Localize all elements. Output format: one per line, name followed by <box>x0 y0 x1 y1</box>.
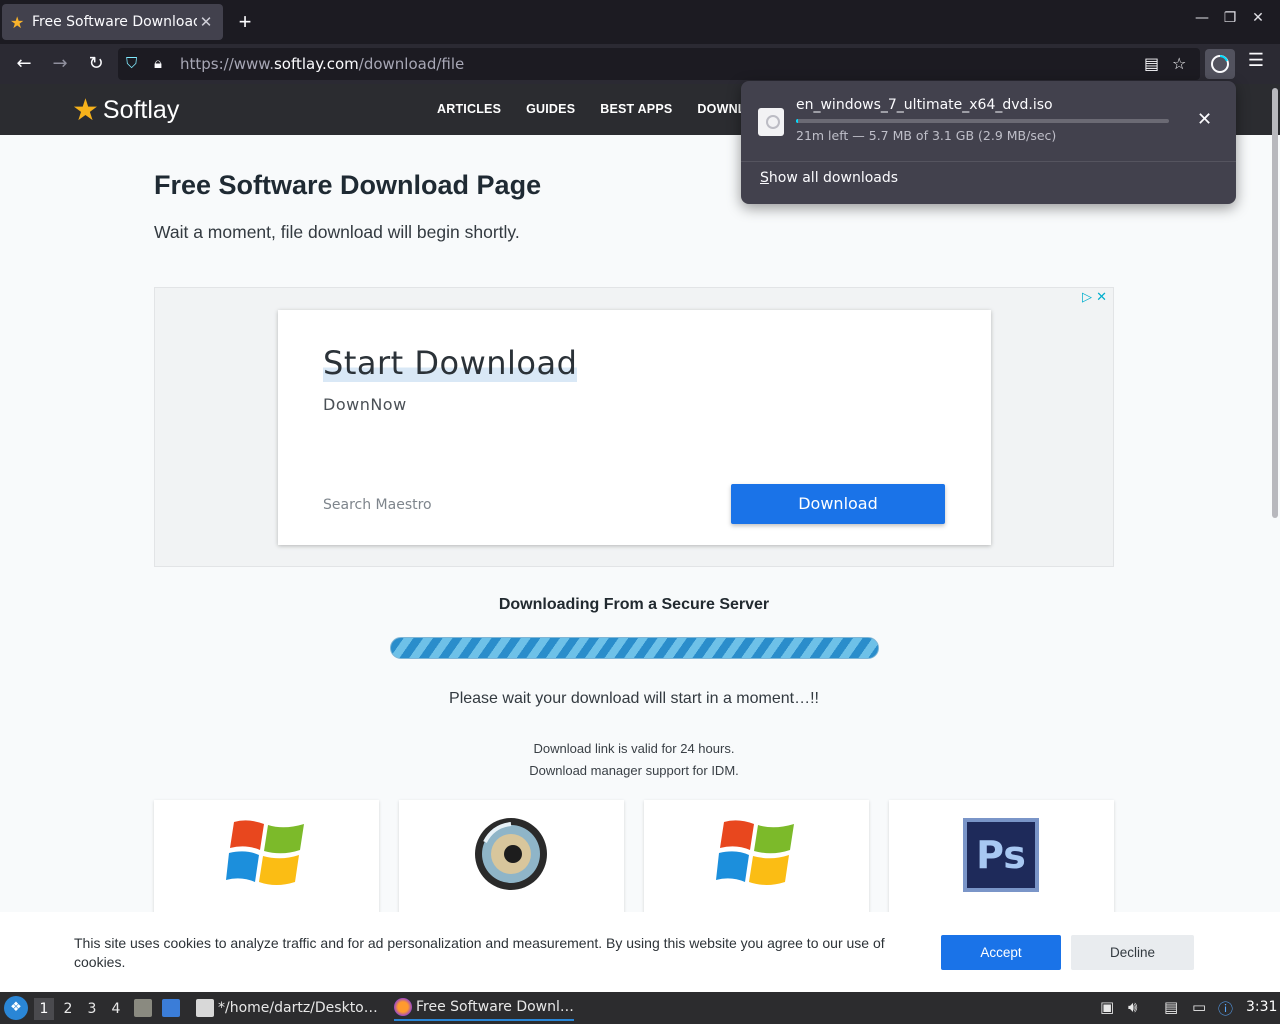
reload-icon[interactable]: ↻ <box>82 50 110 78</box>
navigation-toolbar: ← → ↻ ⛉ 🔒︎ https://www.softlay.com/downl… <box>0 44 1280 84</box>
softlay-logo[interactable]: ★ Softlay <box>72 93 179 128</box>
link-valid-note: Download link is valid for 24 hours. <box>533 741 735 756</box>
clipboard-tray-icon[interactable]: ▣ <box>1100 998 1114 1016</box>
volume-icon[interactable]: 🔊︎ <box>1128 998 1137 1016</box>
notes-tray-icon[interactable]: ▤ <box>1164 998 1178 1016</box>
decline-cookies-button[interactable]: Decline <box>1071 935 1194 970</box>
hamburger-menu-icon[interactable]: ☰ <box>1244 50 1268 71</box>
windows-logo-icon <box>226 820 304 885</box>
firefox-icon <box>394 998 412 1016</box>
star-favicon-icon: ★ <box>10 12 25 32</box>
app-card-windows-2[interactable] <box>644 800 869 930</box>
app-card-photoshop[interactable]: Ps <box>889 800 1114 930</box>
download-progress-track <box>796 119 1169 123</box>
workspace-1[interactable]: 1 <box>34 998 54 1020</box>
minimize-icon[interactable]: — <box>1192 10 1212 26</box>
taskbar-app-editor[interactable]: */home/dartz/Deskto… <box>196 995 378 1021</box>
page-title: Free Software Download Page <box>154 170 542 200</box>
accept-cookies-button[interactable]: Accept <box>941 935 1061 970</box>
secure-server-heading: Downloading From a Secure Server <box>498 596 770 613</box>
updates-icon[interactable]: ⓘ <box>1218 998 1233 1019</box>
workspace-4[interactable]: 4 <box>106 998 126 1020</box>
windows-logo-icon <box>716 820 794 885</box>
close-window-icon[interactable]: ✕ <box>1248 10 1268 26</box>
taskbar: ❖ 1 2 3 4 */home/dartz/Deskto… Free Soft… <box>0 992 1280 1024</box>
cookie-banner: This site uses cookies to analyze traffi… <box>0 912 1280 992</box>
show-all-downloads-button[interactable]: Show all downloads <box>760 170 898 186</box>
tracking-protection-shield-icon[interactable]: ⛉ <box>126 54 137 72</box>
bookmark-star-icon[interactable]: ☆ <box>1172 54 1186 73</box>
reader-view-icon[interactable]: ▤ <box>1144 54 1159 73</box>
restore-icon[interactable]: ❐ <box>1220 10 1240 26</box>
download-progress-fill <box>796 119 798 123</box>
panel-divider <box>741 161 1236 162</box>
url-bar[interactable]: ⛉ 🔒︎ https://www.softlay.com/download/fi… <box>118 48 1200 80</box>
ad-source: Search Maestro <box>323 497 432 513</box>
clock: 3:31 <box>1246 999 1278 1015</box>
related-apps: Ps <box>154 800 1114 930</box>
workspace-2[interactable]: 2 <box>58 998 78 1020</box>
download-status: 21m left — 5.7 MB of 3.1 GB (2.9 MB/sec) <box>796 128 1057 143</box>
adchoices-close-icon[interactable]: ▷ ✕ <box>1082 290 1107 305</box>
url-text[interactable]: https://www.softlay.com/download/file <box>180 55 464 73</box>
network-icon[interactable]: ▭ <box>1192 998 1206 1016</box>
forward-arrow-icon[interactable]: → <box>46 50 74 78</box>
nav-articles[interactable]: ARTICLES <box>437 102 501 116</box>
wait-message: Please wait your download will start in … <box>449 690 819 707</box>
cookie-text: This site uses cookies to analyze traffi… <box>74 935 885 970</box>
idm-support-note: Download manager support for IDM. <box>529 763 739 778</box>
cancel-download-icon[interactable]: ✕ <box>1197 109 1212 130</box>
page-viewport: ★ Softlay ARTICLES GUIDES BEST APPS DOWN… <box>0 84 1280 992</box>
photoshop-logo-icon: Ps <box>963 818 1039 892</box>
taskbar-app-firefox-label: Free Software Downl… <box>416 999 574 1015</box>
new-tab-button[interactable]: + <box>232 8 258 36</box>
ad-title[interactable]: Start Download <box>323 344 578 382</box>
iso-file-icon <box>758 108 784 136</box>
site-nav: ARTICLES GUIDES BEST APPS DOWNLO <box>437 102 756 116</box>
close-tab-icon[interactable]: ✕ <box>197 13 215 31</box>
downloads-panel: en_windows_7_ultimate_x64_dvd.iso 21m le… <box>741 81 1236 204</box>
page-scrollbar[interactable] <box>1272 88 1278 518</box>
downloads-progress-icon <box>1211 55 1229 73</box>
eye-lens-icon <box>475 818 547 890</box>
app-card-eye-viewer[interactable] <box>399 800 624 930</box>
nav-guides[interactable]: GUIDES <box>526 102 575 116</box>
file-manager-launcher[interactable] <box>134 995 156 1021</box>
taskbar-app-firefox[interactable]: Free Software Downl… <box>394 995 574 1021</box>
downloads-button[interactable] <box>1205 49 1235 79</box>
app-card-windows[interactable] <box>154 800 379 930</box>
taskbar-app-editor-label: */home/dartz/Deskto… <box>218 1000 378 1016</box>
file-manager-icon <box>134 999 152 1017</box>
desktop-icon <box>162 999 180 1017</box>
lock-icon[interactable]: 🔒︎ <box>154 54 162 72</box>
text-editor-icon <box>196 999 214 1017</box>
back-arrow-icon[interactable]: ← <box>10 50 38 78</box>
download-progress-bar <box>390 637 879 659</box>
logo-text: Softlay <box>102 96 180 124</box>
ad-download-button[interactable]: Download <box>731 484 945 524</box>
workspace-3[interactable]: 3 <box>82 998 102 1020</box>
tab-free-software-download[interactable]: ★ Free Software Download ✕ <box>2 4 223 40</box>
ad-subtitle: DownNow <box>323 395 407 414</box>
page-subtitle: Wait a moment, file download will begin … <box>154 222 520 242</box>
start-menu-icon[interactable]: ❖ <box>4 996 28 1020</box>
tab-strip: ★ Free Software Download ✕ + — ❐ ✕ <box>0 0 1280 44</box>
ad-card[interactable]: Start Download DownNow Search Maestro Do… <box>278 310 991 545</box>
tab-title: Free Software Download <box>32 14 197 30</box>
desktop-launcher[interactable] <box>162 995 184 1021</box>
star-logo-icon: ★ <box>72 94 99 127</box>
ad-banner[interactable]: ▷ ✕ Start Download DownNow Search Maestr… <box>154 287 1114 567</box>
svg-text:Ps: Ps <box>976 833 1026 877</box>
nav-best-apps[interactable]: BEST APPS <box>600 102 672 116</box>
download-filename[interactable]: en_windows_7_ultimate_x64_dvd.iso <box>796 97 1053 113</box>
